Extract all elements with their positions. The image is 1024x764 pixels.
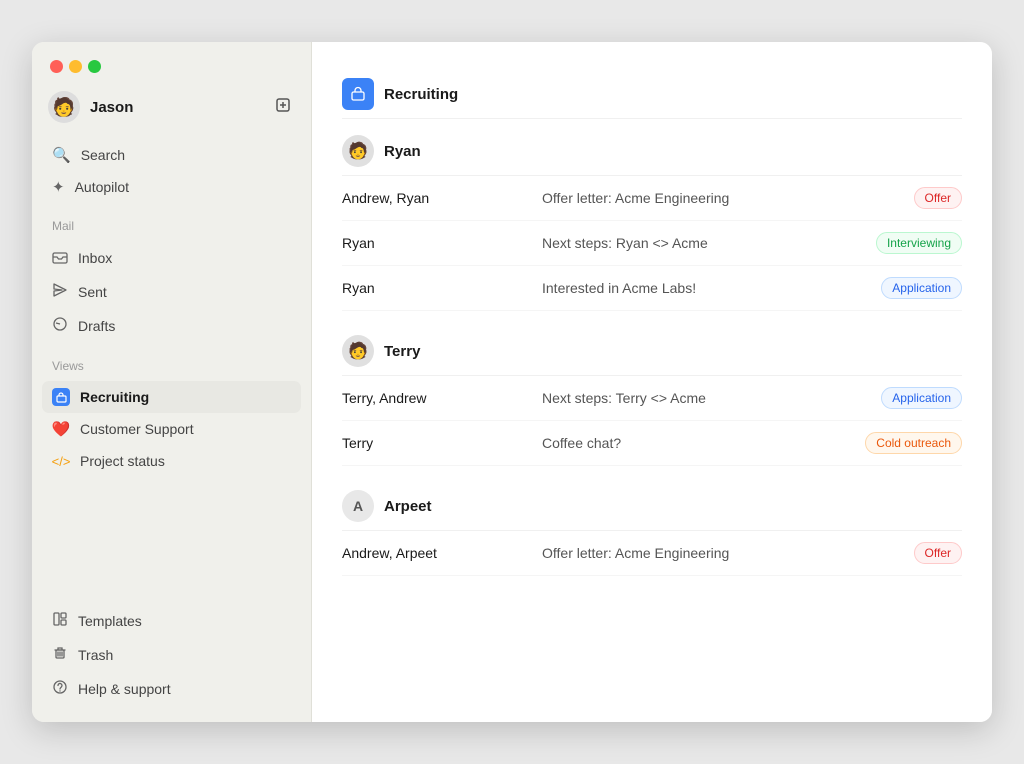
autopilot-label: Autopilot [75, 179, 129, 195]
email-sender: Andrew, Arpeet [342, 545, 542, 561]
search-label: Search [81, 147, 125, 163]
mail-section-label: Mail [32, 207, 311, 237]
email-row[interactable]: Terry, Andrew Next steps: Terry <> Acme … [342, 376, 962, 421]
email-tag: Offer [914, 542, 962, 564]
app-window: 🧑 Jason 🔍 Search ✦ Autopilot Mail [32, 42, 992, 722]
traffic-lights [32, 42, 311, 83]
email-tag: Application [881, 277, 962, 299]
terry-avatar: 🧑 [342, 335, 374, 367]
email-subject: Offer letter: Acme Engineering [542, 545, 914, 561]
sidebar-item-sent[interactable]: Sent [42, 275, 301, 309]
email-tag: Offer [914, 187, 962, 209]
recruiting-group-icon [342, 78, 374, 110]
trash-label: Trash [78, 647, 113, 663]
sent-icon [52, 282, 68, 302]
email-sender: Ryan [342, 235, 542, 251]
user-info: 🧑 Jason [48, 91, 133, 123]
email-row[interactable]: Terry Coffee chat? Cold outreach [342, 421, 962, 466]
search-item[interactable]: 🔍 Search [42, 139, 301, 171]
minimize-button[interactable] [69, 60, 82, 73]
project-status-label: Project status [80, 453, 165, 469]
group-terry: 🧑 Terry [342, 319, 962, 376]
group-arpeet-name: Arpeet [384, 498, 432, 515]
drafts-icon [52, 316, 68, 336]
heart-icon: ❤️ [52, 420, 70, 438]
help-icon [52, 679, 68, 699]
email-row[interactable]: Andrew, Arpeet Offer letter: Acme Engine… [342, 531, 962, 576]
sent-label: Sent [78, 284, 107, 300]
template-icon [52, 611, 68, 631]
sidebar-item-templates[interactable]: Templates [42, 604, 301, 638]
help-label: Help & support [78, 681, 171, 697]
customer-support-label: Customer Support [80, 421, 194, 437]
email-subject: Coffee chat? [542, 435, 865, 451]
recruiting-label: Recruiting [80, 389, 149, 405]
trash-icon [52, 645, 68, 665]
email-tag: Interviewing [876, 232, 962, 254]
email-tag: Application [881, 387, 962, 409]
sidebar-item-trash[interactable]: Trash [42, 638, 301, 672]
sidebar-item-drafts[interactable]: Drafts [42, 309, 301, 343]
email-sender: Ryan [342, 280, 542, 296]
email-row[interactable]: Ryan Next steps: Ryan <> Acme Interviewi… [342, 221, 962, 266]
autopilot-icon: ✦ [52, 178, 65, 196]
email-sender: Terry [342, 435, 542, 451]
mail-nav: Inbox Sent Drafts [32, 237, 311, 347]
email-subject: Next steps: Terry <> Acme [542, 390, 881, 406]
ryan-avatar: 🧑 [342, 135, 374, 167]
group-arpeet: A Arpeet [342, 474, 962, 531]
bottom-nav: Templates Trash Help & support [32, 600, 311, 722]
maximize-button[interactable] [88, 60, 101, 73]
sidebar: 🧑 Jason 🔍 Search ✦ Autopilot Mail [32, 42, 312, 722]
sidebar-item-project-status[interactable]: </> Project status [42, 445, 301, 477]
compose-button[interactable] [271, 93, 295, 122]
email-tag: Cold outreach [865, 432, 962, 454]
email-subject: Interested in Acme Labs! [542, 280, 881, 296]
email-subject: Offer letter: Acme Engineering [542, 190, 914, 206]
email-sender: Andrew, Ryan [342, 190, 542, 206]
inbox-label: Inbox [78, 250, 112, 266]
content-inner: Recruiting 🧑 Ryan Andrew, Ryan Offer let… [312, 42, 992, 596]
search-icon: 🔍 [52, 146, 71, 164]
templates-label: Templates [78, 613, 142, 629]
code-icon: </> [52, 452, 70, 470]
group-ryan: 🧑 Ryan [342, 119, 962, 176]
sidebar-item-recruiting[interactable]: Recruiting [42, 381, 301, 413]
email-row[interactable]: Andrew, Ryan Offer letter: Acme Engineer… [342, 176, 962, 221]
sidebar-nav: 🔍 Search ✦ Autopilot [32, 135, 311, 207]
group-recruiting: Recruiting [342, 62, 962, 119]
autopilot-item[interactable]: ✦ Autopilot [42, 171, 301, 203]
email-sender: Terry, Andrew [342, 390, 542, 406]
main-content: Recruiting 🧑 Ryan Andrew, Ryan Offer let… [312, 42, 992, 722]
user-header: 🧑 Jason [32, 83, 311, 135]
drafts-label: Drafts [78, 318, 115, 334]
views-section-label: Views [32, 347, 311, 377]
group-terry-name: Terry [384, 343, 420, 360]
email-subject: Next steps: Ryan <> Acme [542, 235, 876, 251]
inbox-icon [52, 248, 68, 268]
group-ryan-name: Ryan [384, 143, 421, 160]
email-row[interactable]: Ryan Interested in Acme Labs! Applicatio… [342, 266, 962, 311]
group-recruiting-name: Recruiting [384, 86, 458, 103]
views-nav: Recruiting ❤️ Customer Support </> Proje… [32, 377, 311, 481]
recruiting-icon [52, 388, 70, 406]
close-button[interactable] [50, 60, 63, 73]
sidebar-item-customer-support[interactable]: ❤️ Customer Support [42, 413, 301, 445]
avatar: 🧑 [48, 91, 80, 123]
arpeet-avatar: A [342, 490, 374, 522]
sidebar-item-help[interactable]: Help & support [42, 672, 301, 706]
user-name: Jason [90, 99, 133, 116]
sidebar-item-inbox[interactable]: Inbox [42, 241, 301, 275]
